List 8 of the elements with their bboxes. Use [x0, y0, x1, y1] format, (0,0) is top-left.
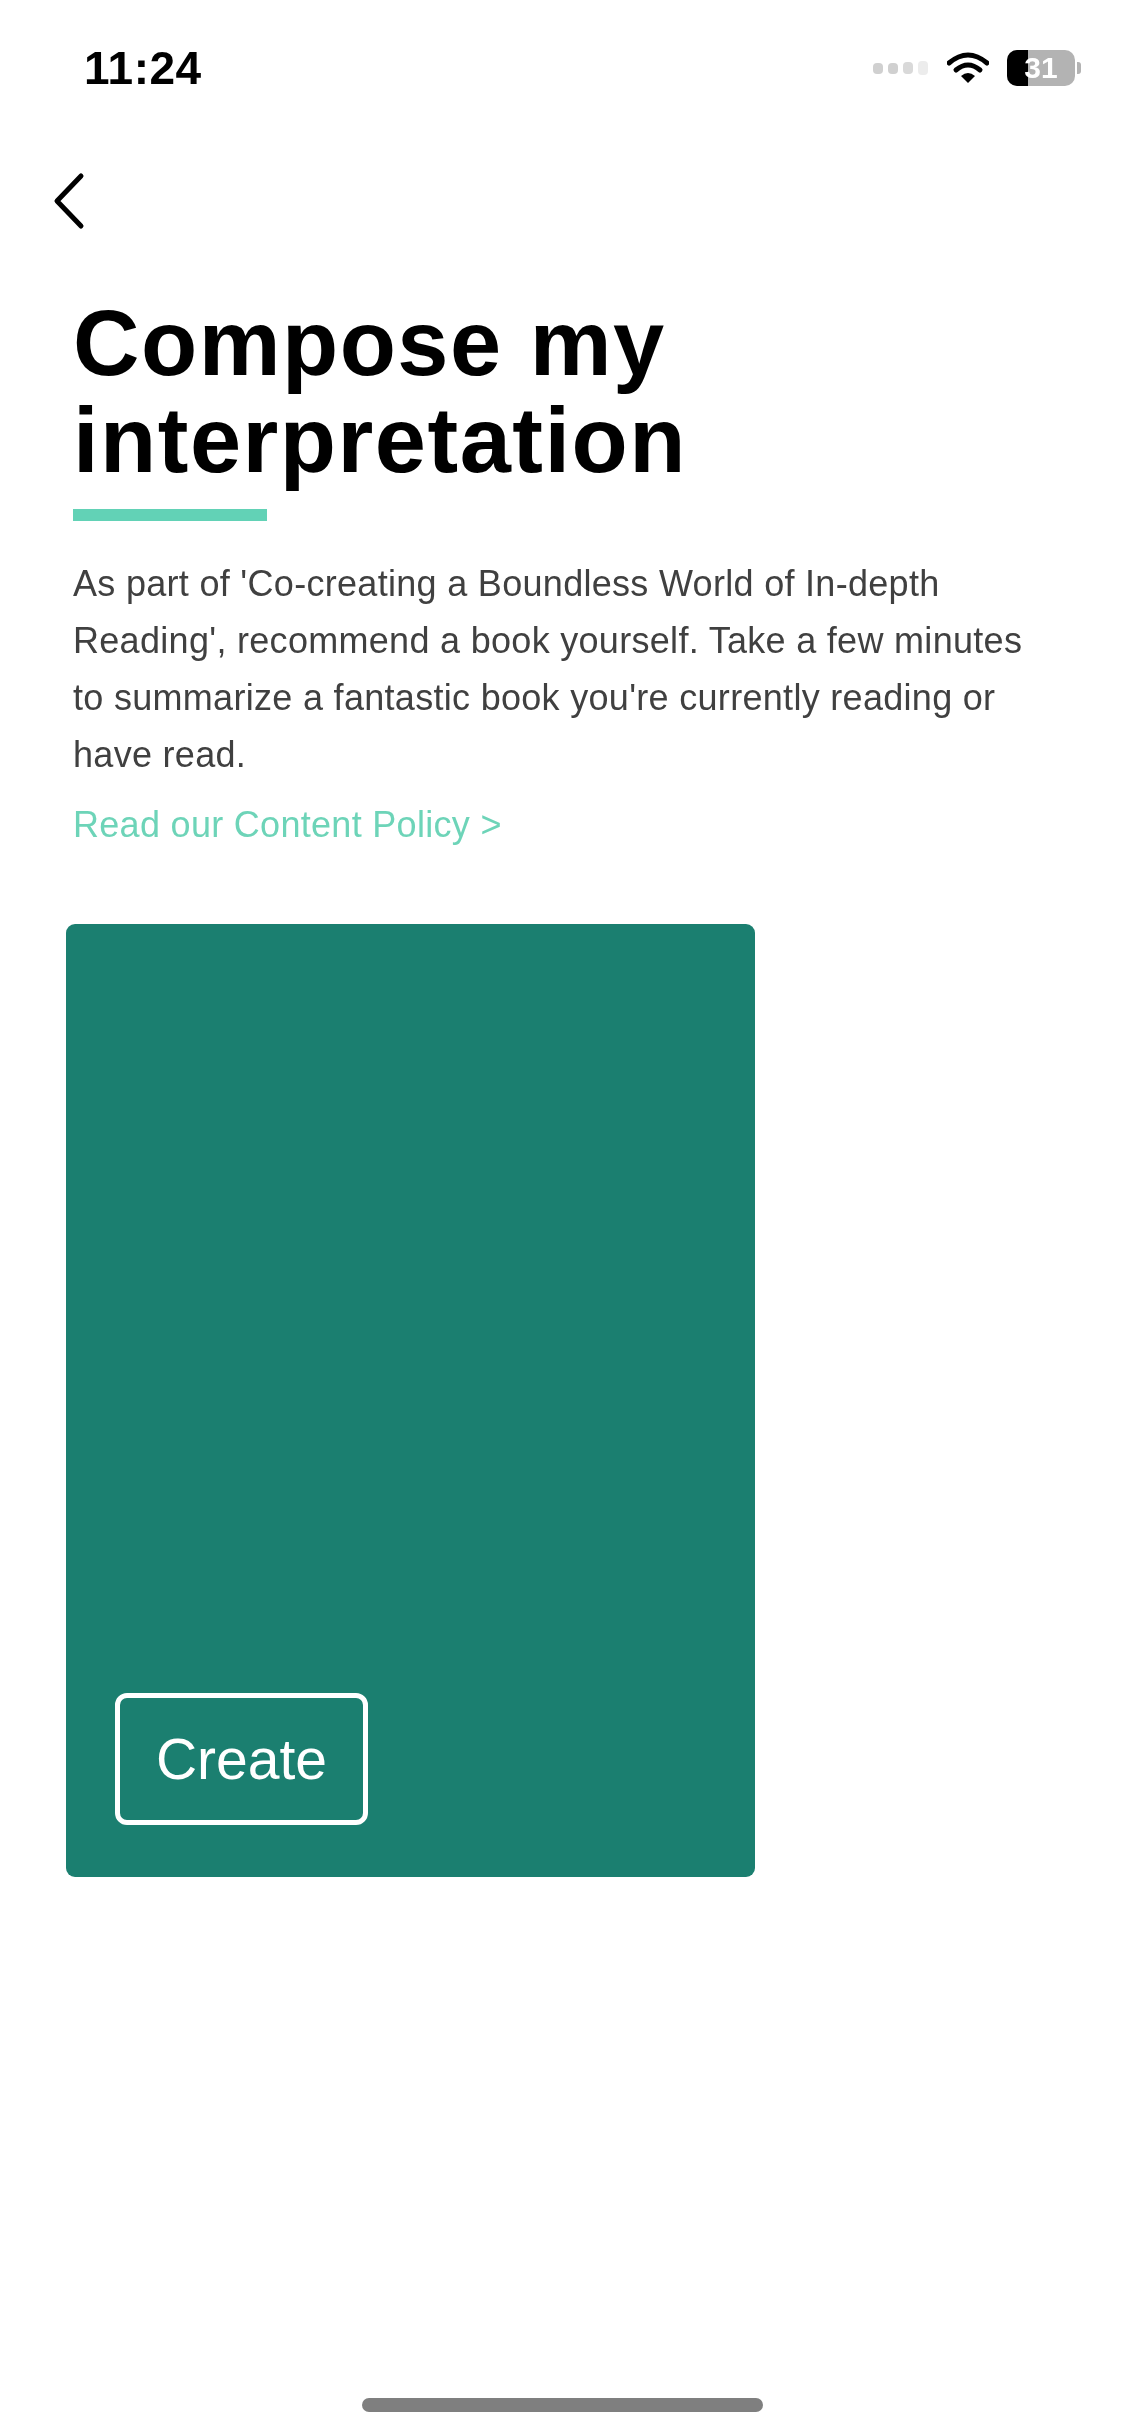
wifi-icon: [947, 52, 989, 84]
back-button[interactable]: [52, 172, 86, 230]
description-text: As part of 'Co-creating a Boundless World of In-depth Reading', recommend a book yourself. Take a few minutes to summarize a fantastic book you're currently reading or have read.: [73, 562, 1024, 777]
chevron-left-icon: [52, 172, 86, 230]
status-time: 11:24: [84, 45, 202, 91]
signal-icon: [873, 61, 929, 75]
create-button[interactable]: Create: [115, 1693, 368, 1825]
page-title: Compose my interpretation: [73, 295, 688, 489]
